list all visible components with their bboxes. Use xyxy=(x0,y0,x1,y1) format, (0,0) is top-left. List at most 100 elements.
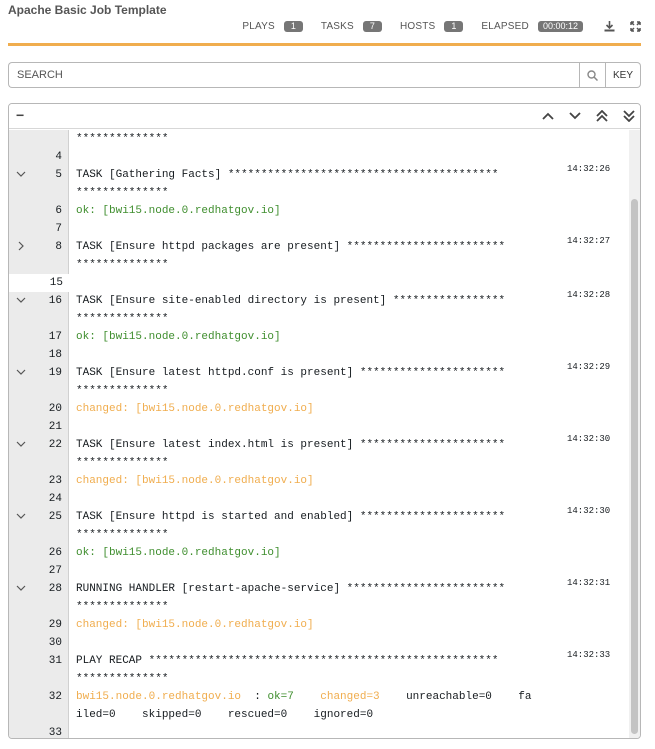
output-scrollbar-thumb[interactable] xyxy=(631,199,638,734)
log-line: ************** xyxy=(9,454,640,472)
line-number: 29 xyxy=(48,619,62,631)
log-line: 25 TASK [Ensure httpd is started and enab… xyxy=(9,506,640,526)
log-text: TASK [Ensure site-enabled directory is p… xyxy=(76,295,506,307)
log-text: ************** xyxy=(76,673,169,685)
line-number: 31 xyxy=(48,655,62,667)
search-button[interactable] xyxy=(579,62,606,88)
line-gutter: 30 xyxy=(9,634,69,652)
search-bar: KEY xyxy=(8,62,641,88)
log-timestamp: 14:32:31 xyxy=(566,578,612,589)
line-gutter: 19 xyxy=(9,364,69,382)
line-number: 5 xyxy=(55,169,62,181)
chevron-down-icon[interactable] xyxy=(16,169,26,179)
key-button[interactable]: KEY xyxy=(606,62,641,88)
download-icon[interactable] xyxy=(603,20,615,32)
line-gutter: 26 xyxy=(9,544,69,562)
line-number: 20 xyxy=(48,403,62,415)
log-line: 16 TASK [Ensure site-enabled directory is… xyxy=(9,290,640,310)
line-number: 33 xyxy=(48,727,62,739)
line-gutter xyxy=(9,184,69,202)
log-line: 7 xyxy=(9,220,640,238)
job-title: Apache Basic Job Template xyxy=(8,3,167,17)
log-line: ************** xyxy=(9,184,640,202)
chevron-down-icon[interactable] xyxy=(16,511,26,521)
line-gutter xyxy=(9,382,69,400)
line-number: 30 xyxy=(48,637,62,649)
line-number: 19 xyxy=(48,367,62,379)
line-gutter: 21 xyxy=(9,418,69,436)
log-timestamp: 14:32:26 xyxy=(566,164,612,175)
chevron-down-icon[interactable] xyxy=(16,439,26,449)
log-text: TASK [Ensure httpd packages are present]… xyxy=(76,241,506,253)
line-gutter: 7 xyxy=(9,220,69,238)
header-divider xyxy=(8,43,641,46)
chevron-down-icon[interactable] xyxy=(16,367,26,377)
log-text: TASK [Ensure latest httpd.conf is presen… xyxy=(76,367,506,379)
line-number: 6 xyxy=(55,205,62,217)
line-gutter: 22 xyxy=(9,436,69,454)
log-line: 32 bwi15.node.0.redhatgov.io : ok=7 chang… xyxy=(9,688,640,706)
log-timestamp: 14:32:29 xyxy=(566,362,612,373)
tasks-label: TASKS xyxy=(320,20,354,32)
log-line: 24 xyxy=(9,490,640,508)
log-text: TASK [Gathering Facts] *****************… xyxy=(76,169,499,181)
log-line: 4 xyxy=(9,148,640,166)
line-gutter: 28 xyxy=(9,580,69,598)
chevron-right-icon[interactable] xyxy=(16,241,26,251)
log-line: 8 TASK [Ensure httpd packages are present… xyxy=(9,236,640,256)
line-gutter xyxy=(9,256,69,274)
log-text: changed: [bwi15.node.0.redhatgov.io] xyxy=(76,475,314,487)
line-number: 18 xyxy=(48,349,62,361)
log-timestamp: 14:32:33 xyxy=(566,650,612,661)
line-number: 28 xyxy=(48,583,62,595)
log-timestamp: 14:32:27 xyxy=(566,236,612,247)
plays-count-badge: 1 xyxy=(283,20,303,32)
recap-segment xyxy=(294,691,320,703)
fullscreen-icon[interactable] xyxy=(629,20,641,32)
line-number: 4 xyxy=(55,151,62,163)
line-gutter: 29 xyxy=(9,616,69,634)
line-number: 25 xyxy=(48,511,62,523)
log-text: ok: [bwi15.node.0.redhatgov.io] xyxy=(76,331,281,343)
log-text: PLAY RECAP *****************************… xyxy=(76,655,499,667)
job-output-log: ************** 4 5 TASK [Gathering Facts] *… xyxy=(9,130,640,739)
log-text: ************** xyxy=(76,457,169,469)
log-text: ************** xyxy=(76,187,169,199)
line-number: 23 xyxy=(48,475,62,487)
log-text: ************** xyxy=(76,313,169,325)
collapse-all-button[interactable]: − xyxy=(16,108,24,122)
line-gutter: 25 xyxy=(9,508,69,526)
scroll-down-icon[interactable] xyxy=(568,109,582,123)
chevron-down-icon[interactable] xyxy=(16,295,26,305)
line-number: 21 xyxy=(48,421,62,433)
log-line: ************** xyxy=(9,526,640,544)
scroll-bottom-icon[interactable] xyxy=(622,109,636,123)
log-text: TASK [Ensure httpd is started and enable… xyxy=(76,511,506,523)
log-timestamp: 14:32:30 xyxy=(566,434,612,445)
line-gutter: 31 xyxy=(9,652,69,670)
search-icon xyxy=(587,69,598,81)
line-gutter: 23 xyxy=(9,472,69,490)
log-text: changed: [bwi15.node.0.redhatgov.io] xyxy=(76,619,314,631)
log-line: ************** xyxy=(9,130,640,148)
line-gutter: 33 xyxy=(9,724,69,739)
line-number: 27 xyxy=(48,565,62,577)
recap-segment: unreachable=0 fa xyxy=(379,691,532,703)
log-line: ************** xyxy=(9,310,640,328)
log-line: 29 changed: [bwi15.node.0.redhatgov.io] xyxy=(9,616,640,634)
line-gutter xyxy=(9,130,69,148)
log-text: ************** xyxy=(76,601,169,613)
log-line: 19 TASK [Ensure latest httpd.conf is pres… xyxy=(9,362,640,382)
scroll-up-icon[interactable] xyxy=(541,109,555,123)
log-text: ok: [bwi15.node.0.redhatgov.io] xyxy=(76,547,281,559)
line-gutter: 6 xyxy=(9,202,69,220)
job-header: Apache Basic Job Template PLAYS 1 TASKS … xyxy=(0,0,655,44)
log-line: ************** xyxy=(9,256,640,274)
search-input[interactable] xyxy=(8,62,579,88)
scroll-top-icon[interactable] xyxy=(595,109,609,123)
line-gutter: 4 xyxy=(9,148,69,166)
log-line: 31 PLAY RECAP ***************************… xyxy=(9,650,640,670)
log-line: 27 xyxy=(9,562,640,580)
log-line: 33 xyxy=(9,724,640,739)
chevron-down-icon[interactable] xyxy=(16,583,26,593)
